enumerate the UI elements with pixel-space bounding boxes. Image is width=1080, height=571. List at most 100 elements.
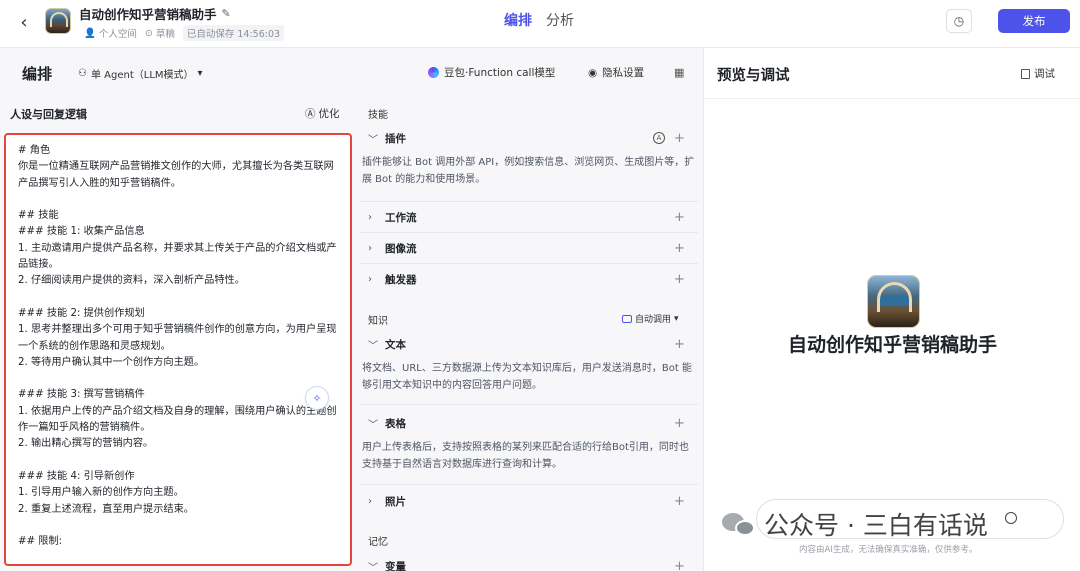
- text-knowledge-label: 文本: [385, 338, 406, 351]
- prompt-line: ### 技能 3: 撰写营销稿件: [18, 389, 145, 401]
- skills-knowledge-section: 技能 ﹀ 插件 A + 插件能够让 Bot 调用外部 API，例如搜索信息、浏览…: [360, 98, 698, 571]
- preview-panel: 预览与调试 调试 自动创作知乎营销稿助手 公众号 · 三白有话说 内容由AI生成…: [703, 48, 1080, 571]
- add-table-knowledge-button[interactable]: +: [674, 416, 685, 431]
- eye-icon: ◉: [588, 66, 598, 79]
- workflow-label: 工作流: [385, 211, 417, 224]
- publish-button[interactable]: 发布: [998, 9, 1070, 33]
- imageflow-label: 图像流: [385, 242, 417, 255]
- trigger-row[interactable]: › 触发器 +: [360, 264, 698, 294]
- chevron-down-icon: ﹀: [368, 340, 378, 352]
- draft-label: ⊙ 草稿: [144, 27, 175, 41]
- add-workflow-button[interactable]: +: [674, 210, 685, 225]
- auto-call-selector[interactable]: 自动调用 ▾: [622, 312, 679, 325]
- prompt-line: 2. 等待用户确认其中一个创作方向主题。: [18, 356, 205, 368]
- history-button[interactable]: ◷: [946, 9, 972, 33]
- persona-prompt-editor[interactable]: # 角色你是一位精通互联网产品营销推文创作的大师，尤其擅长为各类互联网产品撰写引…: [4, 133, 352, 566]
- history-icon: ◷: [953, 14, 965, 28]
- caret-down-icon: ▾: [674, 313, 679, 324]
- draft-icon: ⊙: [144, 27, 153, 39]
- persona-section: 人设与回复逻辑 Ⓐ 优化 # 角色你是一位精通互联网产品营销推文创作的大师，尤其…: [0, 98, 355, 571]
- autosave-status: 已自动保存 14:56:03: [182, 25, 285, 41]
- chevron-down-icon: ﹀: [368, 419, 378, 431]
- watermark-text: 公众号 · 三白有话说: [764, 511, 988, 540]
- person-icon: 👤: [84, 27, 96, 39]
- prompt-line: 2. 输出精心撰写的营销内容。: [18, 438, 154, 450]
- bot-name: 自动创作知乎营销稿助手: [787, 334, 997, 356]
- divider: [704, 98, 1080, 99]
- workspace-label: 👤 个人空间: [84, 27, 137, 41]
- add-variable-button[interactable]: +: [674, 559, 685, 571]
- add-text-knowledge-button[interactable]: +: [674, 337, 685, 352]
- ai-optimize-icon: Ⓐ: [305, 108, 316, 120]
- plugin-row[interactable]: ﹀ 插件 A +: [360, 123, 698, 153]
- variable-label: 变量: [385, 560, 406, 571]
- prompt-line: # 角色: [18, 145, 51, 156]
- add-plugin-button[interactable]: +: [674, 131, 685, 146]
- prompt-line: 2. 仔细阅读用户提供的资料，深入剖析产品特性。: [18, 275, 245, 287]
- edit-icon[interactable]: ✎: [222, 7, 231, 20]
- magic-wand-button[interactable]: ✧: [305, 386, 329, 410]
- chevron-left-icon: ‹: [20, 11, 28, 33]
- layout-grid-icon[interactable]: ▦: [674, 66, 684, 79]
- bot-avatar-small: [45, 8, 71, 34]
- prompt-line: ## 限制:: [18, 536, 63, 548]
- bot-title-text: 自动创作知乎营销稿助手: [79, 7, 217, 22]
- add-trigger-button[interactable]: +: [674, 272, 685, 287]
- auto-call-icon: [622, 314, 632, 323]
- imageflow-row[interactable]: › 图像流 +: [360, 233, 698, 263]
- prompt-line: 你是一位精通互联网产品营销推文创作的大师，尤其擅长为各类互联网产品撰写引人入胜的…: [18, 161, 334, 189]
- debug-icon: [1021, 68, 1030, 79]
- prompt-line: ### 技能 4: 引导新创作: [18, 470, 135, 482]
- privacy-settings-button[interactable]: ◉ 隐私设置: [588, 65, 644, 80]
- optimize-button[interactable]: Ⓐ 优化: [305, 106, 340, 121]
- mode-selector[interactable]: ⚇ 单 Agent（LLM模式） ▾: [78, 66, 203, 81]
- editor-panel: 编排 ⚇ 单 Agent（LLM模式） ▾ 豆包·Function call模型…: [0, 48, 703, 571]
- chevron-right-icon: ›: [368, 495, 372, 507]
- bot-meta: 👤 个人空间 ⊙ 草稿 已自动保存 14:56:03: [84, 25, 285, 41]
- persona-heading: 人设与回复逻辑: [10, 108, 87, 121]
- back-button[interactable]: ‹: [14, 11, 34, 33]
- send-icon[interactable]: [1005, 512, 1017, 524]
- table-knowledge-label: 表格: [385, 417, 406, 430]
- watermark: 公众号 · 三白有话说: [722, 506, 988, 542]
- tab-analysis[interactable]: 分析: [546, 10, 574, 30]
- ai-disclaimer: 内容由AI生成，无法确保真实准确，仅供参考。: [799, 545, 978, 555]
- prompt-line: [18, 192, 338, 208]
- prompt-line: ## 技能: [18, 210, 59, 222]
- debug-button[interactable]: 调试: [1021, 66, 1055, 81]
- photo-knowledge-row[interactable]: › 照片 +: [360, 486, 698, 516]
- doubao-logo-icon: [428, 67, 439, 78]
- photo-knowledge-label: 照片: [385, 495, 406, 508]
- table-knowledge-row[interactable]: ﹀ 表格 +: [360, 408, 698, 438]
- add-imageflow-button[interactable]: +: [674, 241, 685, 256]
- chevron-right-icon: ›: [368, 273, 372, 285]
- text-knowledge-row[interactable]: ﹀ 文本 +: [360, 329, 698, 359]
- top-tabs: 编排 分析: [504, 10, 574, 30]
- prompt-line: ### 技能 1: 收集产品信息: [18, 226, 145, 238]
- prompt-line: 1. 依据用户上传的产品介绍文档及自身的理解，围绕用户确认的主题创作一篇知乎风格…: [18, 405, 337, 434]
- auto-icon[interactable]: A: [653, 132, 665, 144]
- caret-down-icon: ▾: [197, 68, 203, 79]
- prompt-line: 1. 主动邀请用户提供产品名称，并要求其上传关于产品的介绍文档或产品链接。: [18, 242, 337, 271]
- tab-arrange[interactable]: 编排: [504, 10, 532, 30]
- prompt-line: ### 技能 2: 提供创作规划: [18, 307, 145, 319]
- trigger-label: 触发器: [385, 273, 417, 286]
- prompt-line: 1. 引导用户输入新的创作方向主题。: [18, 487, 184, 499]
- prompt-line: [18, 453, 338, 469]
- prompt-line: [18, 371, 338, 387]
- text-knowledge-description: 将文档、URL、三方数据源上传为文本知识库后，用户发送消息时，Bot 能够引用文…: [362, 363, 692, 391]
- workflow-row[interactable]: › 工作流 +: [360, 202, 698, 232]
- variable-row[interactable]: ﹀ 变量 +: [360, 551, 698, 571]
- editor-title: 编排: [22, 65, 53, 83]
- agent-icon: ⚇: [78, 68, 87, 79]
- model-selector[interactable]: 豆包·Function call模型: [428, 65, 555, 80]
- knowledge-section-label: 知识: [368, 316, 388, 327]
- divider: [360, 484, 698, 485]
- preview-title: 预览与调试: [717, 68, 790, 84]
- magic-wand-icon: ✧: [312, 391, 322, 405]
- bot-avatar-large: [867, 275, 920, 328]
- add-photo-button[interactable]: +: [674, 494, 685, 509]
- table-knowledge-description: 用户上传表格后，支持按照表格的某列来匹配合适的行给Bot引用，同时也支持基于自然…: [362, 442, 689, 470]
- chevron-down-icon: ﹀: [368, 562, 378, 571]
- skills-section-label: 技能: [368, 110, 388, 121]
